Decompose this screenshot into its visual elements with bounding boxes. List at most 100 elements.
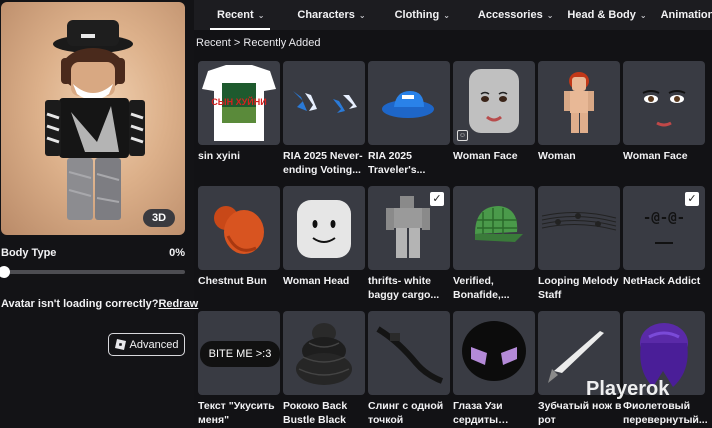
item-thumbnail[interactable]: BITE ME >:3	[198, 311, 280, 395]
tab-head-body[interactable]: Head & Body ⌄	[567, 0, 646, 30]
item-card[interactable]: ✓ thrifts- white baggy cargo...	[368, 186, 450, 302]
item-name: Woman Face	[623, 150, 688, 162]
sling-icon	[376, 326, 444, 384]
watermark: Playerok	[586, 378, 670, 400]
item-name: Рококо Back Bustle Black	[283, 400, 348, 426]
item-card[interactable]: RIA 2025 Traveler's...	[368, 61, 450, 177]
advanced-label: Advanced	[129, 338, 179, 351]
uzi-eyes-icon	[462, 321, 526, 381]
tab-animations[interactable]: Animations	[661, 0, 712, 30]
item-thumbnail[interactable]	[453, 311, 535, 395]
checkmark-icon: ✓	[430, 192, 444, 206]
item-card[interactable]: Рококо Back Bustle Black	[283, 311, 365, 427]
redraw-link[interactable]: Redraw	[158, 298, 198, 310]
item-thumbnail[interactable]	[283, 61, 365, 145]
breadcrumb-current: Recently Added	[243, 37, 321, 49]
black-bustle-icon	[296, 323, 352, 385]
blue-wings-icon	[293, 91, 357, 113]
item-name: Текст "Укусить меня"	[198, 400, 275, 426]
body-type-slider[interactable]	[0, 266, 185, 278]
breadcrumb-separator: >	[233, 37, 241, 49]
item-name: RIA 2025 Traveler's...	[368, 150, 426, 176]
tab-label: Characters	[297, 9, 355, 21]
item-card[interactable]: Зубчатый нож в рот	[538, 311, 622, 427]
item-name: Verified, Bonafide,...	[453, 275, 510, 301]
item-name: Woman Head	[283, 275, 350, 287]
white-head-icon	[297, 200, 351, 258]
slider-handle[interactable]	[0, 266, 10, 278]
item-name: Глаза Узи сердиты (Дрон...	[453, 400, 503, 426]
item-card[interactable]: Chestnut Bun	[198, 186, 280, 288]
woman-figure-icon	[564, 72, 594, 133]
item-card[interactable]: Фиолетовый перевернутый...	[623, 311, 707, 427]
tab-recent[interactable]: Recent ⌄	[217, 0, 264, 30]
item-name: Looping Melody Staff	[538, 275, 619, 301]
item-thumbnail[interactable]: ✓	[368, 186, 450, 270]
item-name: thrifts- white baggy cargo...	[368, 275, 440, 301]
item-card[interactable]: Verified, Bonafide,...	[453, 186, 535, 302]
chevron-down-icon: ⌄	[443, 10, 450, 20]
item-name: Фиолетовый перевернутый...	[623, 400, 707, 426]
item-name: Слинг с одной точкой	[368, 400, 444, 426]
body-type-value: 0%	[169, 247, 185, 259]
avatar-panel: 3D Body Type 0% Avatar isn't loading cor…	[0, 0, 198, 428]
loading-help: Avatar isn't loading correctly?Redraw	[1, 298, 198, 310]
chevron-down-icon: ⌄	[639, 10, 647, 20]
item-name: Woman Face	[453, 150, 518, 162]
chevron-down-icon: ⌄	[546, 10, 554, 20]
checkmark-icon: ✓	[685, 192, 699, 206]
item-name: sin xyini	[198, 150, 241, 162]
item-card[interactable]: Woman	[538, 61, 620, 163]
breadcrumb-root[interactable]: Recent	[196, 37, 231, 49]
item-card[interactable]: -@-@- ✓ NetHack Addict	[623, 186, 705, 288]
bite-me-bubble: BITE ME >:3	[200, 341, 280, 367]
nethack-mouth	[655, 242, 673, 244]
item-thumbnail[interactable]	[198, 186, 280, 270]
tab-characters[interactable]: Characters ⌄	[297, 0, 365, 30]
item-card[interactable]: Глаза Узи сердиты (Дрон...	[453, 311, 535, 427]
item-thumbnail[interactable]	[368, 311, 450, 395]
breadcrumb: Recent > Recently Added	[196, 37, 320, 49]
tshirt-icon: СЫН ХУЙНИ	[202, 65, 276, 141]
item-card[interactable]: ☺ Woman Face	[453, 61, 535, 163]
item-thumbnail[interactable]: -@-@- ✓	[623, 186, 705, 270]
tab-accessories[interactable]: Accessories ⌄	[478, 0, 554, 30]
nethack-face-text: -@-@-	[642, 210, 686, 226]
item-thumbnail[interactable]	[283, 186, 365, 270]
item-name: Woman	[538, 150, 576, 162]
face-badge-icon: ☺	[457, 130, 468, 141]
item-thumbnail[interactable]	[623, 61, 705, 145]
category-tabs: Recent ⌄ Characters ⌄ Clothing ⌄ Accessorie…	[194, 0, 712, 30]
item-thumbnail[interactable]: ☺	[453, 61, 535, 145]
item-card[interactable]: BITE ME >:3 Текст "Укусить меня"	[198, 311, 280, 427]
tab-label: Recent	[217, 9, 254, 21]
item-name: RIA 2025 Never-ending Voting...	[283, 150, 363, 176]
item-thumbnail[interactable]	[368, 61, 450, 145]
tab-underline	[210, 28, 270, 30]
chevron-down-icon: ⌄	[358, 10, 366, 20]
item-card[interactable]: СЫН ХУЙНИ sin xyini	[198, 61, 280, 163]
item-thumbnail[interactable]	[538, 186, 620, 270]
item-card[interactable]: RIA 2025 Never-ending Voting...	[283, 61, 365, 177]
avatar-preview[interactable]: 3D	[1, 2, 185, 235]
item-card[interactable]: Looping Melody Staff	[538, 186, 620, 302]
plaid-cap-icon	[475, 206, 523, 242]
chestnut-hair-icon	[214, 206, 264, 254]
item-name: Chestnut Bun	[198, 275, 267, 287]
item-card[interactable]: Woman Face	[623, 61, 705, 163]
tab-label: Accessories	[477, 9, 543, 21]
item-thumbnail[interactable]	[453, 186, 535, 270]
woman-face-icon	[642, 90, 686, 127]
item-card[interactable]: Слинг с одной точкой	[368, 311, 450, 427]
advanced-button[interactable]: Advanced	[108, 333, 185, 356]
music-staff-icon	[541, 211, 617, 231]
roblox-logo-icon	[114, 339, 126, 350]
item-thumbnail[interactable]	[538, 61, 620, 145]
tab-clothing[interactable]: Clothing ⌄	[395, 0, 450, 30]
item-card[interactable]: Woman Head	[283, 186, 365, 288]
item-name: Зубчатый нож в рот	[538, 400, 622, 426]
body-type-label: Body Type	[1, 247, 57, 259]
item-thumbnail[interactable]: СЫН ХУЙНИ	[198, 61, 280, 145]
item-thumbnail[interactable]	[283, 311, 365, 395]
view-3d-button[interactable]: 3D	[143, 209, 175, 227]
